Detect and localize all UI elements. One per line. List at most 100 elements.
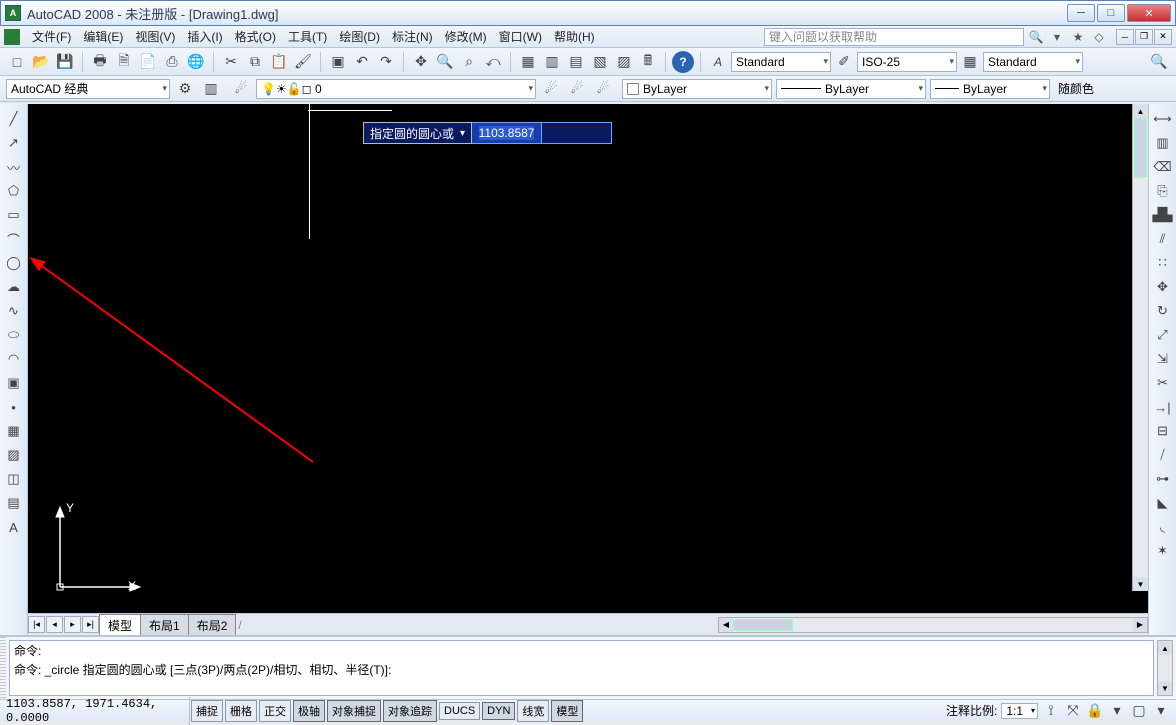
xline-icon[interactable]: ↗ <box>3 132 25 154</box>
status-tray-icon[interactable]: ▾ <box>1108 702 1126 720</box>
props-icon[interactable]: ▦ <box>517 51 539 73</box>
maximize-button[interactable]: □ <box>1097 4 1125 22</box>
extend-icon[interactable]: →| <box>1152 396 1174 418</box>
linetype-dropdown[interactable]: ByLayer <box>776 79 926 99</box>
stretch-icon[interactable]: ⇲ <box>1152 348 1174 370</box>
web-icon[interactable]: 🌐 <box>185 51 207 73</box>
snap-toggle[interactable]: 捕捉 <box>191 700 223 722</box>
menu-help[interactable]: 帮助(H) <box>548 26 601 47</box>
info-icon[interactable]: ▾ <box>1048 28 1066 46</box>
zoom-win-icon[interactable]: ⌕ <box>458 51 480 73</box>
tab-layout1[interactable]: 布局1 <box>140 614 189 636</box>
dimstyle-icon[interactable]: ✐ <box>833 51 855 73</box>
ws-settings-icon[interactable]: ⚙ <box>174 78 196 100</box>
save-icon[interactable]: 💾 <box>54 51 76 73</box>
revcloud-icon[interactable]: ☁ <box>3 276 25 298</box>
region-icon[interactable]: ◫ <box>3 468 25 490</box>
text-icon[interactable]: A <box>3 516 25 538</box>
search-tb-icon[interactable]: 🔍 <box>1148 51 1170 73</box>
drawing-canvas[interactable]: 指定圆的圆心或 ▾ 1103.8587 X <box>28 104 1148 613</box>
copy-tool-icon[interactable]: ⎘ <box>1152 180 1174 202</box>
chamfer-icon[interactable]: ◣ <box>1152 492 1174 514</box>
table-icon[interactable]: ▤ <box>3 492 25 514</box>
search-icon[interactable]: 🔍 <box>1027 28 1045 46</box>
print-icon[interactable]: 🖶 <box>89 51 111 73</box>
zoom-prev-icon[interactable]: ⤺ <box>482 51 504 73</box>
zoom-rt-icon[interactable]: 🔍 <box>434 51 456 73</box>
explode-icon[interactable]: ✶ <box>1152 540 1174 562</box>
rectangle-icon[interactable]: ▭ <box>3 204 25 226</box>
textstyle-icon[interactable]: A <box>707 51 729 73</box>
copy-icon[interactable]: ⧉ <box>244 51 266 73</box>
cmd-grip[interactable] <box>0 637 6 699</box>
open-icon[interactable]: 📂 <box>30 51 52 73</box>
otrack-toggle[interactable]: 对象追踪 <box>383 700 437 722</box>
pan-icon[interactable]: ✥ <box>410 51 432 73</box>
offset-icon[interactable]: ⫽ <box>1152 228 1174 250</box>
point-icon[interactable]: • <box>3 396 25 418</box>
layer-dropdown[interactable]: 💡 ☀ 🔓 ◻ 0 <box>256 79 536 99</box>
arc-icon[interactable]: ⌒ <box>3 228 25 250</box>
dyn-x-input[interactable]: 1103.8587 <box>472 122 542 144</box>
cut-icon[interactable]: ✂ <box>220 51 242 73</box>
erase-icon[interactable]: ⌫ <box>1152 156 1174 178</box>
mdi-close-button[interactable]: ✕ <box>1154 29 1172 45</box>
dcenter-icon[interactable]: ▥ <box>541 51 563 73</box>
menu-insert[interactable]: 插入(I) <box>181 26 228 47</box>
star-icon[interactable]: ★ <box>1069 28 1087 46</box>
menu-modify[interactable]: 修改(M) <box>439 26 493 47</box>
model-toggle[interactable]: 模型 <box>551 700 583 722</box>
canvas-vscrollbar[interactable]: ▲ ▼ <box>1132 104 1148 591</box>
dyn-y-input[interactable] <box>542 122 612 144</box>
tpalette-icon[interactable]: ▤ <box>565 51 587 73</box>
measure-icon[interactable]: ⟷ <box>1152 108 1174 130</box>
anno-auto-icon[interactable]: ⤧ <box>1064 702 1082 720</box>
comm-icon[interactable]: ◇ <box>1090 28 1108 46</box>
block-icon[interactable]: ▣ <box>327 51 349 73</box>
command-window[interactable]: 命令: 命令: _circle 指定圆的圆心或 [三点(3P)/两点(2P)/相… <box>9 640 1154 696</box>
array-icon[interactable]: ∷ <box>1152 252 1174 274</box>
break-pt-icon[interactable]: ⊟ <box>1152 420 1174 442</box>
menu-draw[interactable]: 绘图(D) <box>333 26 386 47</box>
undo-icon[interactable]: ↶ <box>351 51 373 73</box>
layer-manager-icon[interactable]: ☄ <box>230 78 252 100</box>
menu-window[interactable]: 窗口(W) <box>493 26 548 47</box>
mdi-restore-button[interactable]: ❐ <box>1135 29 1153 45</box>
mdi-min-button[interactable]: ─ <box>1116 29 1134 45</box>
tablestyle-icon[interactable]: ▦ <box>959 51 981 73</box>
osnap-toggle[interactable]: 对象捕捉 <box>327 700 381 722</box>
dyn-toggle[interactable]: DYN <box>482 702 515 720</box>
layer-prev-icon[interactable]: ☄ <box>540 78 562 100</box>
redo-icon[interactable]: ↷ <box>375 51 397 73</box>
circle-icon[interactable]: ◯ <box>3 252 25 274</box>
tab-first-icon[interactable]: |◂ <box>28 616 45 633</box>
tab-layout2[interactable]: 布局2 <box>188 614 237 636</box>
anno-scale-dropdown[interactable]: 1:1 <box>1001 703 1038 719</box>
preview-icon[interactable]: 🗎 <box>113 51 135 73</box>
scroll-up-icon[interactable]: ▲ <box>1133 104 1148 118</box>
pan-tool-icon[interactable]: ▥ <box>1152 132 1174 154</box>
hatch-icon[interactable]: ▦ <box>3 420 25 442</box>
hscroll-thumb[interactable] <box>733 619 793 631</box>
lwt-toggle[interactable]: 线宽 <box>517 700 549 722</box>
menu-file[interactable]: 文件(F) <box>26 26 77 47</box>
close-button[interactable]: ✕ <box>1127 4 1171 22</box>
rotate-icon[interactable]: ↻ <box>1152 300 1174 322</box>
line-icon[interactable]: ╱ <box>3 108 25 130</box>
tab-last-icon[interactable]: ▸| <box>82 616 99 633</box>
minimize-button[interactable]: ─ <box>1067 4 1095 22</box>
pline-icon[interactable]: 〰 <box>3 156 25 178</box>
insert-block-icon[interactable]: ▣ <box>3 372 25 394</box>
publish-icon[interactable]: 📄 <box>137 51 159 73</box>
text-style-dropdown[interactable]: Standard <box>731 52 831 72</box>
grid-toggle[interactable]: 栅格 <box>225 700 257 722</box>
join-icon[interactable]: ⊶ <box>1152 468 1174 490</box>
canvas-hscrollbar[interactable]: ◀ ▶ <box>718 617 1148 633</box>
tab-next-icon[interactable]: ▸ <box>64 616 81 633</box>
status-lock-icon[interactable]: 🔒 <box>1086 702 1104 720</box>
tab-model[interactable]: 模型 <box>99 614 141 636</box>
color-dropdown[interactable]: ByLayer <box>622 79 772 99</box>
scroll-right-icon[interactable]: ▶ <box>1133 618 1147 632</box>
ellipse-icon[interactable]: ⬭ <box>3 324 25 346</box>
dim-style-dropdown[interactable]: ISO-25 <box>857 52 957 72</box>
